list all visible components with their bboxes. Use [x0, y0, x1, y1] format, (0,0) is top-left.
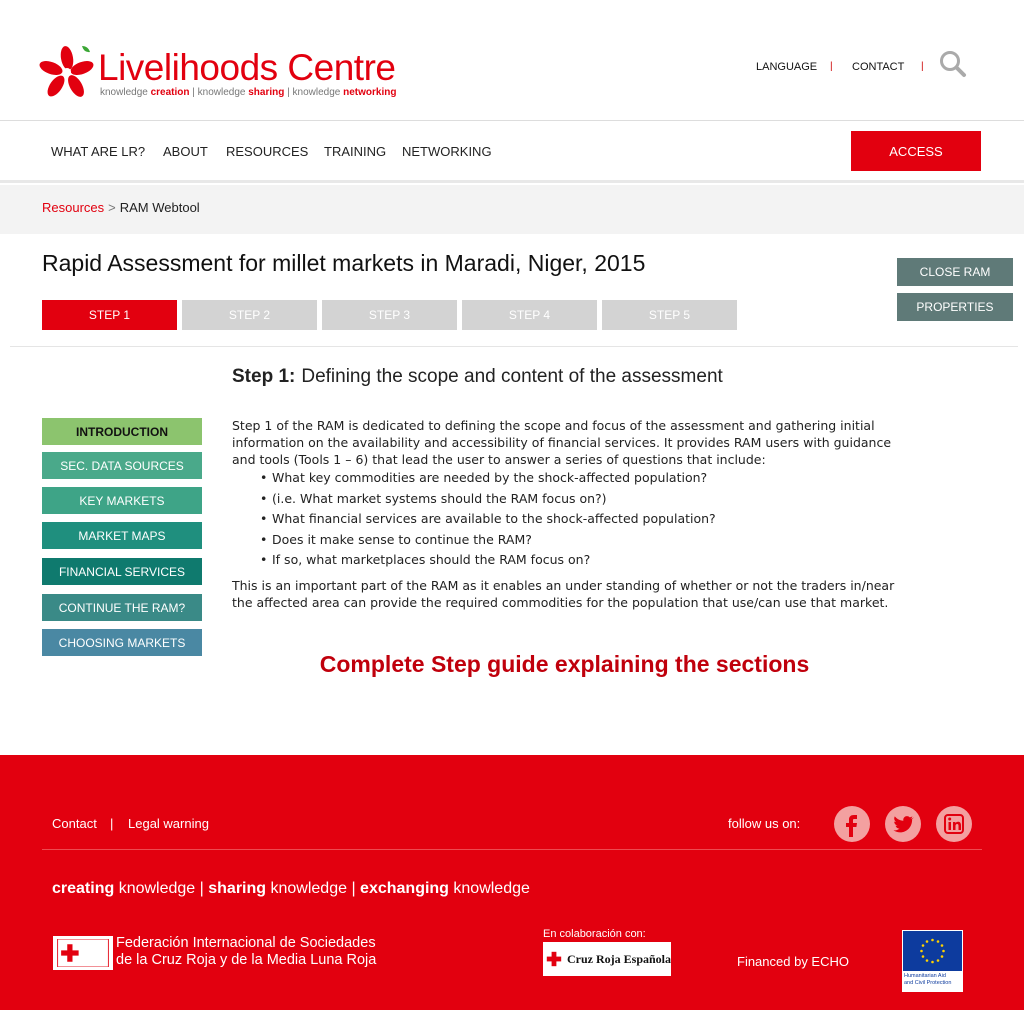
- footer-contact-link[interactable]: Contact: [52, 816, 97, 831]
- breadcrumb: Resources > RAM Webtool: [0, 185, 1024, 234]
- follow-us-label: follow us on:: [728, 816, 801, 831]
- footer-legal-link[interactable]: Legal warning: [128, 816, 209, 831]
- footer-tagline: creating knowledge | sharing knowledge |…: [52, 880, 530, 897]
- page-title: Rapid Assessment for millet markets in M…: [42, 250, 646, 276]
- breadcrumb-current: RAM Webtool: [119, 200, 200, 215]
- nav-item-networking[interactable]: NETWORKING: [402, 144, 492, 159]
- ifrc-name: Federación Internacional de Sociedades de…: [116, 935, 377, 968]
- top-separator: |: [830, 61, 833, 72]
- tab-step-4[interactable]: STEP 4: [462, 300, 597, 330]
- red-cross-crescent-icon: [53, 936, 113, 970]
- breadcrumb-separator: >: [108, 200, 116, 215]
- menu-item-financial-services[interactable]: FINANCIAL SERVICES: [42, 558, 202, 585]
- nav-item-training[interactable]: TRAINING: [324, 144, 386, 159]
- language-link[interactable]: LANGUAGE: [756, 61, 817, 73]
- tab-step-3[interactable]: STEP 3: [322, 300, 457, 330]
- question-list: What key commodities are needed by the s…: [260, 468, 904, 571]
- contact-link[interactable]: CONTACT: [852, 61, 904, 73]
- nav-item-what-are-lr[interactable]: WHAT ARE LR?: [51, 144, 145, 159]
- site-header: Livelihoods Centre knowledge creation | …: [0, 0, 1024, 121]
- list-item: What financial services are available to…: [260, 509, 904, 530]
- intro-paragraph: Step 1 of the RAM is dedicated to defini…: [232, 418, 892, 467]
- menu-item-market-maps[interactable]: MARKET MAPS: [42, 522, 202, 549]
- tab-step-1[interactable]: STEP 1: [42, 300, 177, 330]
- section-divider: [10, 346, 1018, 347]
- top-separator: |: [921, 61, 924, 72]
- nav-item-resources[interactable]: RESOURCES: [226, 144, 308, 159]
- access-button[interactable]: ACCESS: [851, 131, 981, 171]
- list-item: (i.e. What market systems should the RAM…: [260, 489, 904, 510]
- breadcrumb-resources-link[interactable]: Resources: [42, 200, 104, 215]
- step-body: Step 1 of the RAM is dedicated to defini…: [232, 417, 904, 611]
- eu-humanitarian-aid-logo[interactable]: Humanitarian Aid and Civil Protection: [902, 930, 963, 992]
- menu-item-choosing-markets[interactable]: CHOOSING MARKETS: [42, 629, 202, 656]
- footer-divider: [42, 849, 982, 850]
- twitter-icon[interactable]: [885, 806, 921, 842]
- financed-by-label: Financed by ECHO: [737, 954, 849, 969]
- footer-separator: |: [110, 816, 114, 831]
- list-item: If so, what marketplaces should the RAM …: [260, 550, 904, 571]
- close-ram-button[interactable]: CLOSE RAM: [897, 258, 1013, 286]
- livelihoods-centre-logo[interactable]: Livelihoods Centre knowledge creation | …: [38, 42, 408, 104]
- main-nav: WHAT ARE LR? ABOUT RESOURCES TRAINING NE…: [0, 121, 1024, 183]
- menu-item-continue-the-ram[interactable]: CONTINUE THE RAM?: [42, 594, 202, 621]
- tab-step-2[interactable]: STEP 2: [182, 300, 317, 330]
- list-item: What key commodities are needed by the s…: [260, 468, 904, 489]
- site-footer: Contact | Legal warning follow us on: cr…: [0, 755, 1024, 1010]
- facebook-icon[interactable]: [834, 806, 870, 842]
- flower-logo-icon: [39, 46, 94, 97]
- linkedin-icon[interactable]: [936, 806, 972, 842]
- menu-item-sec-data-sources[interactable]: SEC. DATA SOURCES: [42, 452, 202, 479]
- logo-title: Livelihoods Centre: [98, 47, 396, 88]
- step-heading: Step 1: Defining the scope and content of…: [232, 366, 723, 387]
- search-icon[interactable]: [939, 50, 967, 78]
- eu-caption: Humanitarian Aid and Civil Protection: [904, 973, 952, 986]
- nav-item-about[interactable]: ABOUT: [163, 144, 208, 159]
- red-cross-icon: [546, 951, 562, 967]
- eu-flag-icon: [903, 931, 962, 971]
- cruz-roja-logo[interactable]: Cruz Roja Española: [543, 942, 671, 976]
- ifrc-logo[interactable]: Federación Internacional de Sociedades de…: [53, 935, 414, 971]
- collaboration-label: En colaboración con:: [543, 928, 646, 940]
- step-guide-link[interactable]: Complete Step guide explaining the secti…: [232, 651, 897, 678]
- closing-paragraph: This is an important part of the RAM as …: [232, 577, 895, 610]
- logo-tagline: knowledge creation | knowledge sharing |…: [100, 87, 397, 98]
- tab-step-5[interactable]: STEP 5: [602, 300, 737, 330]
- properties-button[interactable]: PROPERTIES: [897, 293, 1013, 321]
- menu-item-key-markets[interactable]: KEY MARKETS: [42, 487, 202, 514]
- list-item: Does it make sense to continue the RAM?: [260, 530, 904, 551]
- menu-item-introduction[interactable]: INTRODUCTION: [42, 418, 202, 445]
